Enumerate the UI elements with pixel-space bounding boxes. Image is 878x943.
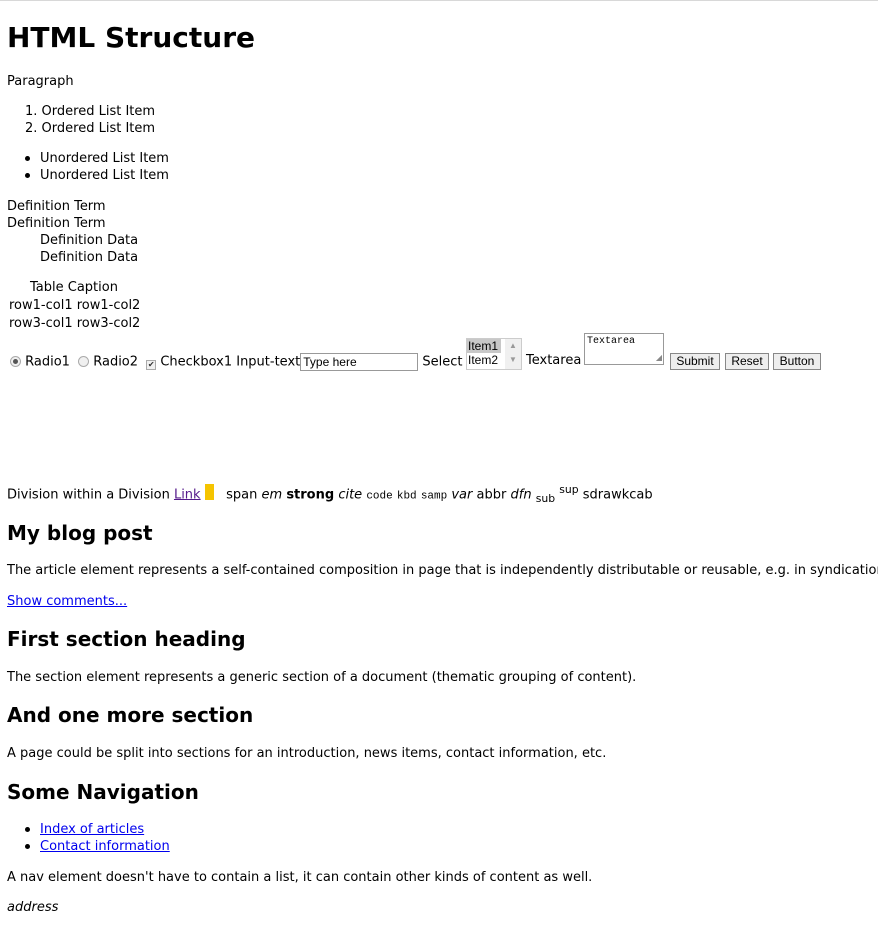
radio1-button[interactable] — [10, 355, 21, 367]
section-text: A page could be split into sections for … — [7, 746, 607, 761]
cite-text: cite — [338, 487, 363, 503]
samp-text: samp — [420, 490, 448, 503]
dfn-text: dfn — [510, 487, 532, 503]
bullet-icon — [25, 173, 30, 178]
code-text: code — [366, 490, 393, 503]
table-row: row1-col1 row1-col2 — [9, 298, 140, 313]
var-text: var — [451, 487, 473, 503]
select-list[interactable]: Item1 Item2 ▲ ▼ — [466, 338, 522, 370]
table-caption: Table Caption — [30, 280, 118, 295]
bullet-icon — [25, 827, 30, 832]
checkbox1-label: Checkbox1 — [160, 354, 233, 370]
paragraph: Paragraph — [7, 74, 74, 89]
section-title: And one more section — [7, 703, 254, 727]
checkbox1[interactable]: ✔ — [146, 359, 157, 370]
form-row: Radio1 Radio2 ✔ Checkbox1 Input-text Type… — [10, 353, 463, 371]
show-comments-link[interactable]: Show comments... — [7, 594, 127, 609]
kbd-text: kbd — [396, 490, 417, 503]
input-label: Input-text — [236, 354, 301, 370]
section-title: First section heading — [7, 627, 246, 651]
bullet-icon — [25, 844, 30, 849]
definition-term: Definition Term — [7, 216, 106, 231]
nav-title: Some Navigation — [7, 780, 199, 804]
table-row: row3-col1 row3-col2 — [9, 316, 140, 331]
list-item: Unordered List Item — [25, 151, 169, 166]
em-text: em — [261, 487, 283, 503]
radio2-button[interactable] — [78, 355, 90, 367]
list-item: 1. Ordered List Item — [25, 104, 156, 119]
definition-data: Definition Data — [40, 250, 139, 265]
nav-item: Index of articles — [25, 822, 144, 837]
section-text: The section element represents a generic… — [7, 670, 637, 685]
sup-text: sup — [559, 483, 579, 496]
address: address — [7, 900, 59, 915]
article-text: The article element represents a self-co… — [7, 563, 878, 578]
radio1-label: Radio1 — [25, 354, 70, 370]
reset-button[interactable]: Reset — [725, 353, 769, 370]
mark-highlight — [204, 484, 214, 501]
textarea[interactable]: Textarea ◢ — [584, 333, 664, 365]
bullet-icon — [25, 156, 30, 161]
nav-link-index[interactable]: Index of articles — [40, 822, 144, 837]
list-item: 2. Ordered List Item — [25, 121, 156, 136]
select-label: Select — [422, 354, 463, 370]
inline-elements-row: Division within a Division Link span em … — [7, 483, 653, 505]
strong-text: strong — [286, 487, 335, 503]
list-item: Unordered List Item — [25, 168, 169, 183]
division-text: Division within a Division — [7, 487, 170, 503]
span-text: span — [226, 487, 258, 503]
radio2-label: Radio2 — [93, 354, 139, 370]
nav-item: Contact information — [25, 839, 170, 854]
scrollbar[interactable]: ▲ ▼ — [505, 339, 521, 369]
definition-data: Definition Data — [40, 233, 139, 248]
table-cell: row3-col2 — [76, 316, 141, 331]
table-cell: row1-col2 — [76, 298, 141, 313]
sub-text: sub — [535, 491, 556, 505]
nav-text: A nav element doesn't have to contain a … — [7, 870, 593, 885]
definition-term: Definition Term — [7, 199, 106, 214]
link[interactable]: Link — [174, 487, 201, 502]
text-input[interactable]: Type here — [300, 353, 419, 371]
nav-link-contact[interactable]: Contact information — [40, 839, 170, 854]
resize-handle-icon[interactable]: ◢ — [656, 353, 662, 363]
article-title: My blog post — [7, 521, 153, 545]
scroll-up-icon[interactable]: ▲ — [509, 341, 517, 350]
table-cell: row3-col1 — [9, 316, 73, 331]
submit-button[interactable]: Submit — [670, 353, 720, 370]
abbr-text: abbr — [476, 487, 507, 503]
page-title: HTML Structure — [7, 21, 255, 54]
bdo-text: sdrawkcab — [582, 487, 653, 503]
table-cell: row1-col1 — [9, 298, 73, 313]
scroll-down-icon[interactable]: ▼ — [509, 355, 517, 364]
textarea-label: Textarea — [526, 353, 582, 368]
button[interactable]: Button — [773, 353, 821, 370]
select-option[interactable]: Item1 — [467, 339, 501, 353]
